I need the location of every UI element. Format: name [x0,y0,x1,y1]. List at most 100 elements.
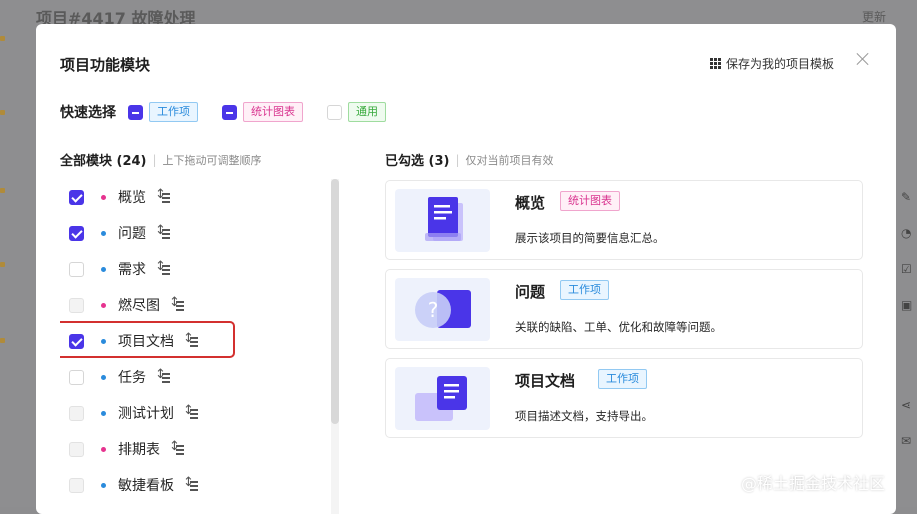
card-tag: 统计图表 [560,191,620,211]
clock-icon: ◔ [901,226,912,240]
share-icon: ⋖ [901,398,912,412]
stat-charts-tag: 统计图表 [243,102,303,122]
background-marker [0,36,5,41]
save-as-template-button[interactable]: 保存为我的项目模板 [710,55,834,72]
category-dot [101,194,106,200]
category-dot [101,410,106,416]
selected-module-card[interactable]: ? 问题 工作项 关联的缺陷、工单、优化和故障等问题。 [385,269,863,349]
card-title: 项目文档 [515,372,576,390]
module-checkbox[interactable] [69,333,84,349]
card-description: 展示该项目的简要信息汇总。 [515,231,665,245]
background-marker [0,188,5,193]
dialog-title: 项目功能模块 [60,56,151,74]
drag-handle-icon[interactable] [155,187,171,203]
work-items-checkbox[interactable] [128,104,143,120]
module-checkbox[interactable] [69,189,84,205]
module-checkbox[interactable] [69,261,84,277]
all-modules-heading: 全部模块 (24) [60,154,147,169]
close-icon[interactable] [854,50,872,68]
scrollbar-thumb[interactable] [331,179,339,424]
quick-select-stat-charts[interactable]: 统计图表 [222,102,303,122]
lock-icon: ▣ [901,298,913,312]
module-checkbox[interactable] [69,477,84,493]
list-item[interactable]: 排期表 [60,431,340,467]
all-modules-header: 全部模块 (24) | 上下拖动可调整顺序 [60,150,262,170]
list-item[interactable]: 燃尽图 [60,287,340,323]
selected-header: 已勾选 (3) | 仅对当前项目有效 [385,150,554,170]
document-icon [395,189,490,252]
quick-select-bar: 快速选择 工作项 统计图表 通用 [60,102,410,122]
drag-handle-icon[interactable] [169,295,185,311]
background-marker [0,262,5,267]
files-icon [395,367,490,430]
drag-handle-icon[interactable] [155,259,171,275]
list-item[interactable]: 任务 [60,359,340,395]
module-checkbox[interactable] [69,297,84,313]
drag-handle-icon[interactable] [183,331,199,347]
module-checkbox[interactable] [69,441,84,457]
category-dot [101,446,106,452]
svg-text:?: ? [428,298,439,322]
list-item[interactable]: 需求 [60,251,340,287]
save-as-template-label: 保存为我的项目模板 [726,57,835,71]
quick-select-general[interactable]: 通用 [327,102,386,122]
general-tag: 通用 [348,102,386,122]
edit-icon: ✎ [901,190,912,204]
stat-charts-checkbox[interactable] [222,104,237,120]
selected-hint: 仅对当前项目有效 [465,153,554,167]
list-item[interactable]: 概览 [60,179,340,215]
card-description: 项目描述文档，支持导出。 [515,409,653,423]
module-list: 概览 问题 需求 燃尽图 项目文档 [60,179,340,514]
quick-select-label: 快速选择 [60,105,116,121]
module-name: 敏捷看板 [118,478,174,494]
question-icon: ? [395,278,490,341]
category-dot [101,302,106,308]
grid-icon [710,58,721,69]
category-dot [101,230,106,236]
module-name: 概览 [118,190,146,206]
highlight-annotation [60,321,235,358]
drag-hint: 上下拖动可调整顺序 [162,153,262,167]
project-modules-dialog: 项目功能模块 保存为我的项目模板 快速选择 工作项 统计图表 通用 全部模块 (… [36,24,896,514]
selected-heading: 已勾选 (3) [385,154,450,169]
list-item[interactable]: 问题 [60,215,340,251]
list-item[interactable]: 项目文档 [60,321,340,359]
work-items-tag: 工作项 [149,102,198,122]
module-name: 燃尽图 [118,298,160,314]
mail-icon: ✉ [901,434,912,448]
drag-handle-icon[interactable] [183,475,199,491]
drag-handle-icon[interactable] [155,367,171,383]
card-title: 问题 [515,283,546,301]
drag-handle-icon[interactable] [155,223,171,239]
drag-handle-icon[interactable] [169,439,185,455]
module-checkbox[interactable] [69,225,84,241]
card-tag: 工作项 [560,280,609,300]
card-description: 关联的缺陷、工单、优化和故障等问题。 [515,320,722,334]
selected-module-card[interactable]: 概览 统计图表 展示该项目的简要信息汇总。 [385,180,863,260]
divider: | [455,152,460,167]
background-marker [0,110,5,115]
module-name: 测试计划 [118,406,174,422]
general-checkbox[interactable] [327,104,342,120]
background-marker [0,338,5,343]
module-name: 任务 [118,370,146,386]
background-more-label: 更新 [862,10,887,24]
module-checkbox[interactable] [69,369,84,385]
divider: | [152,152,157,167]
watermark: @稀土掘金技术社区 [741,474,886,493]
quick-select-work-items[interactable]: 工作项 [128,102,198,122]
selected-module-card[interactable]: 项目文档 工作项 项目描述文档，支持导出。 [385,358,863,438]
card-tag: 工作项 [598,369,647,389]
list-item[interactable]: 敏捷看板 [60,467,340,503]
drag-handle-icon[interactable] [183,403,199,419]
module-checkbox[interactable] [69,405,84,421]
module-name: 需求 [118,262,146,278]
category-dot [101,482,106,488]
card-title: 概览 [515,194,546,212]
category-dot [101,374,106,380]
module-name: 问题 [118,226,146,242]
module-name: 排期表 [118,442,160,458]
list-item[interactable]: 测试计划 [60,395,340,431]
checkbox-icon: ☑ [901,262,912,276]
category-dot [101,266,106,272]
